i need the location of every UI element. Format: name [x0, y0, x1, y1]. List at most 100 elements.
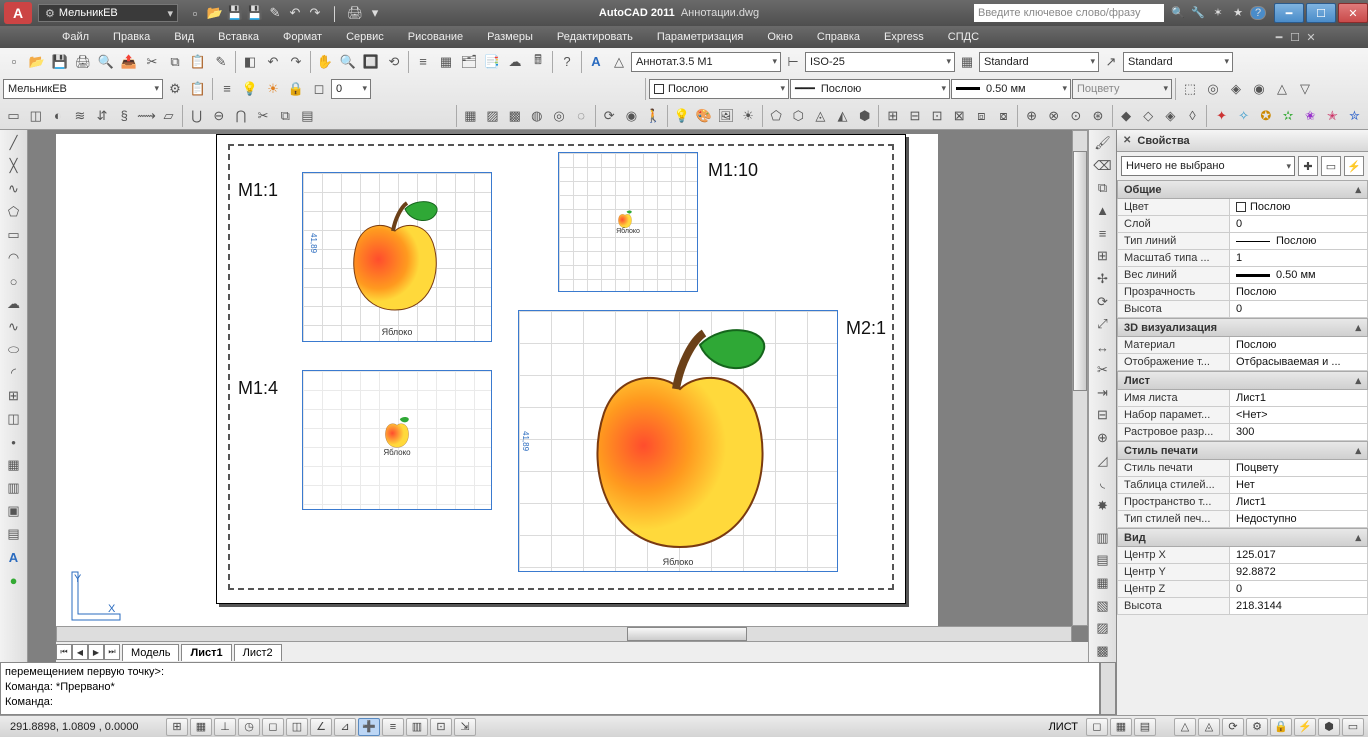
prop-value[interactable]: 92.8872 [1230, 564, 1367, 580]
y-icon[interactable]: ⊙ [1065, 105, 1086, 127]
extend-icon[interactable]: ⇥ [1092, 382, 1114, 404]
ucs2-icon[interactable]: ◎ [1202, 78, 1224, 100]
new-icon[interactable]: ▫ [186, 4, 204, 22]
circle-icon[interactable]: ○ [3, 270, 25, 292]
textstyle-combo[interactable]: Аннотат.3.5 М1 [631, 52, 781, 72]
prop-row[interactable]: Набор парамет...<Нет> [1117, 407, 1368, 424]
p6-icon[interactable]: ▩ [1092, 640, 1114, 662]
block-icon[interactable]: ◫ [3, 408, 25, 430]
snap-button[interactable]: ⊞ [166, 718, 188, 736]
paste-icon[interactable]: 📋 [187, 51, 209, 73]
orbit-icon[interactable]: ⟳ [599, 105, 620, 127]
dimstyle-combo[interactable]: ISO-25 [805, 52, 955, 72]
z-icon[interactable]: ⊛ [1087, 105, 1108, 127]
gradient-icon[interactable]: ▥ [3, 477, 25, 499]
mesh4-icon[interactable]: ◭ [832, 105, 853, 127]
plotstyle-combo[interactable]: Поцвету [1072, 79, 1172, 99]
layerstate-combo[interactable]: 0 [331, 79, 371, 99]
rotate-icon[interactable]: ⟳ [1092, 291, 1114, 313]
star-icon[interactable]: ★ [1230, 6, 1246, 20]
viewport-1[interactable]: Яблоко 41,89 [302, 172, 492, 342]
help-icon[interactable]: ? [1250, 6, 1266, 20]
menu-help[interactable]: Справка [805, 31, 872, 43]
drawing-area[interactable]: Яблоко 41,89 М1:1 Яблоко М1:10 Яблоко М1… [28, 130, 1088, 662]
prop-value[interactable]: Поцвету [1230, 460, 1367, 476]
menu-view[interactable]: Вид [162, 31, 206, 43]
pan-icon[interactable]: ✋ [314, 51, 336, 73]
osnap-button[interactable]: ◻ [262, 718, 284, 736]
tab-next-button[interactable]: ▶ [88, 644, 104, 660]
menu-param[interactable]: Параметризация [645, 31, 755, 43]
v5-icon[interactable]: ⧈ [971, 105, 992, 127]
viewport-2[interactable]: Яблоко [558, 152, 698, 292]
menu-insert[interactable]: Вставка [206, 31, 271, 43]
ellipse-icon[interactable]: ⬭ [3, 339, 25, 361]
print-icon[interactable]: 🖨 [346, 4, 364, 22]
ellipsearc-icon[interactable]: ◜ [3, 362, 25, 384]
view4-icon[interactable]: ✫ [1277, 105, 1298, 127]
print-icon[interactable]: 🖨 [72, 51, 94, 73]
spline-icon[interactable]: ∿ [3, 316, 25, 338]
prop-value[interactable]: <Нет> [1230, 407, 1367, 423]
intersect-icon[interactable]: ⋂ [230, 105, 251, 127]
d1-icon[interactable]: ◆ [1116, 105, 1137, 127]
erase-icon[interactable]: ⌫ [1092, 155, 1114, 177]
polygon-icon[interactable]: ⬠ [3, 201, 25, 223]
light-icon[interactable]: 💡 [671, 105, 692, 127]
addsel-icon[interactable]: ● [3, 569, 25, 591]
ucs5-icon[interactable]: △ [1271, 78, 1293, 100]
viewport-4[interactable]: Яблоко 41,89 [518, 310, 838, 572]
prop-value[interactable]: Послою [1230, 233, 1367, 249]
mirror-icon[interactable]: ▲ [1092, 200, 1114, 222]
rect-icon[interactable]: ▭ [3, 224, 25, 246]
v3-icon[interactable]: ⊡ [926, 105, 947, 127]
help-icon[interactable]: ? [556, 51, 578, 73]
cat-sheet[interactable]: Лист [1117, 371, 1368, 390]
layer-combo[interactable]: МельникЕВ [3, 79, 163, 99]
menu-window[interactable]: Окно [755, 31, 805, 43]
designcenter-icon[interactable]: ▦ [435, 51, 457, 73]
prop-row[interactable]: Имя листаЛист1 [1117, 390, 1368, 407]
prop-row[interactable]: Масштаб типа ...1 [1117, 250, 1368, 267]
v1-icon[interactable]: ⊞ [882, 105, 903, 127]
w-icon[interactable]: ⊕ [1021, 105, 1042, 127]
view6-icon[interactable]: ✭ [1322, 105, 1343, 127]
copymod-icon[interactable]: ⧉ [1092, 177, 1114, 199]
layer-props-icon[interactable]: ⚙ [164, 78, 186, 100]
prop-value[interactable]: Лист1 [1230, 494, 1367, 510]
maximize-button[interactable]: ☐ [1306, 3, 1336, 23]
break-icon[interactable]: ⊟ [1092, 404, 1114, 426]
ucs3-icon[interactable]: ◈ [1225, 78, 1247, 100]
horizontal-scrollbar[interactable] [56, 626, 1072, 642]
key-icon[interactable]: 🔧 [1190, 6, 1206, 20]
move-icon[interactable]: ✢ [1092, 268, 1114, 290]
prop-row[interactable]: Пространство т...Лист1 [1117, 494, 1368, 511]
iso-button[interactable]: ⬢ [1318, 718, 1340, 736]
mleaderstyle-combo[interactable]: Standard [1123, 52, 1233, 72]
prop-value[interactable]: 0 [1230, 581, 1367, 597]
sc-button[interactable]: ⇲ [454, 718, 476, 736]
color-combo[interactable]: Послою [649, 79, 789, 99]
prop-row[interactable]: Высота0 [1117, 301, 1368, 318]
viewport-3[interactable]: Яблоко [302, 370, 492, 510]
copy-icon[interactable]: ⧉ [164, 51, 186, 73]
prop-row[interactable]: Тип стилей печ...Недоступно [1117, 511, 1368, 528]
max-vp-button[interactable]: ◻ [1086, 718, 1108, 736]
lwt-button[interactable]: ≡ [382, 718, 404, 736]
d3-icon[interactable]: ◈ [1160, 105, 1181, 127]
search-box[interactable]: Введите ключевое слово/фразу [974, 4, 1164, 22]
prop-row[interactable]: Стиль печатиПоцвету [1117, 460, 1368, 477]
menu-express[interactable]: Express [872, 31, 936, 43]
explode-icon[interactable]: ✸ [1092, 495, 1114, 517]
subtract-icon[interactable]: ⊖ [208, 105, 229, 127]
grid-button[interactable]: ▦ [190, 718, 212, 736]
clean-button[interactable]: ▭ [1342, 718, 1364, 736]
tab-sheet1[interactable]: Лист1 [181, 644, 231, 661]
undo-icon[interactable]: ↶ [262, 51, 284, 73]
open-icon[interactable]: 📂 [26, 51, 48, 73]
insert-icon[interactable]: ⊞ [3, 385, 25, 407]
redo-icon[interactable]: ↷ [306, 4, 324, 22]
prop-row[interactable]: Таблица стилей...Нет [1117, 477, 1368, 494]
scale-icon[interactable]: ⤢ [1092, 314, 1114, 336]
quickselect-icon[interactable]: ⚡ [1344, 156, 1364, 176]
